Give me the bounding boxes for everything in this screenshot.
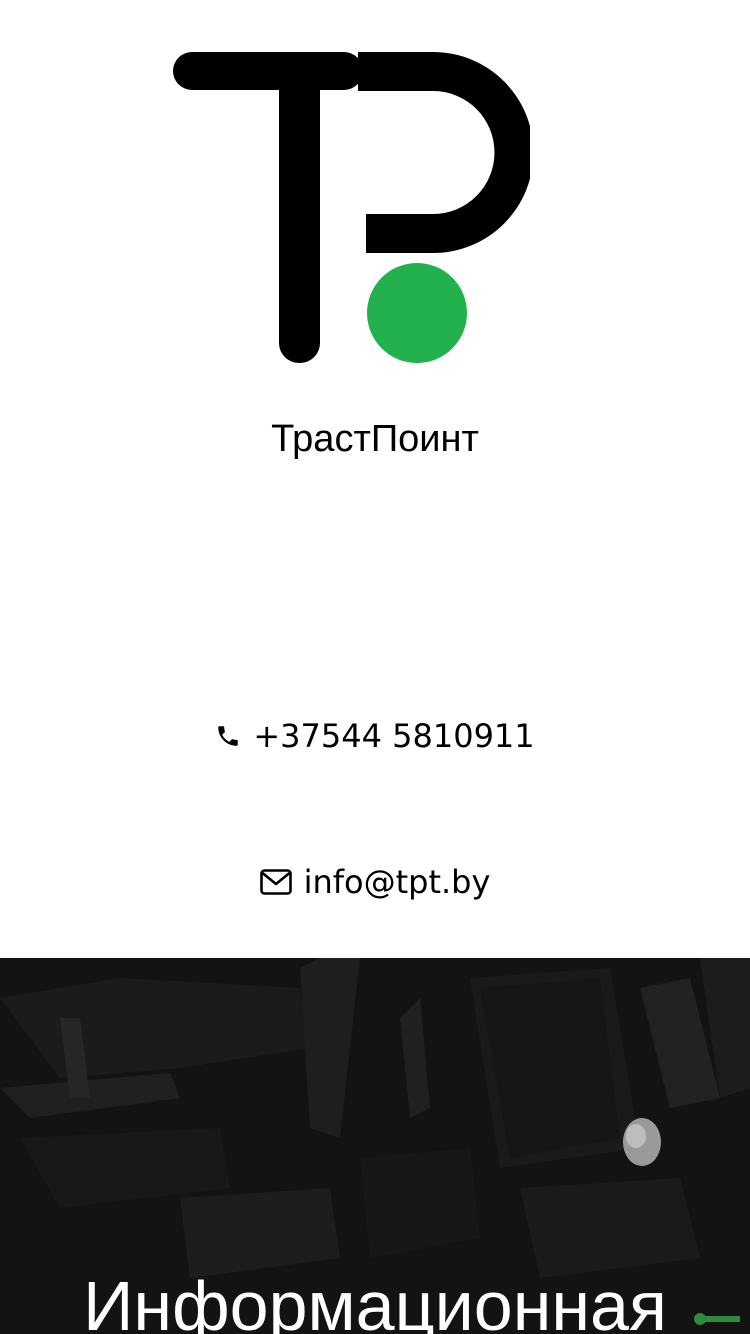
- phone-link[interactable]: +37544 5810911: [253, 716, 534, 756]
- envelope-icon: [259, 869, 292, 895]
- tp-logo-icon[interactable]: [173, 50, 530, 365]
- page: ТрастПоинт +37544 5810911 info@tpt.by Ин…: [0, 0, 750, 1334]
- brand-name: ТрастПоинт: [271, 418, 479, 460]
- phone-contact[interactable]: +37544 5810911: [0, 716, 750, 756]
- email-contact[interactable]: info@tpt.by: [0, 862, 750, 902]
- hero-title: Информационная: [83, 1267, 667, 1334]
- email-link[interactable]: info@tpt.by: [304, 862, 491, 902]
- hero-section: Информационная: [0, 958, 750, 1334]
- phone-icon: [215, 723, 241, 749]
